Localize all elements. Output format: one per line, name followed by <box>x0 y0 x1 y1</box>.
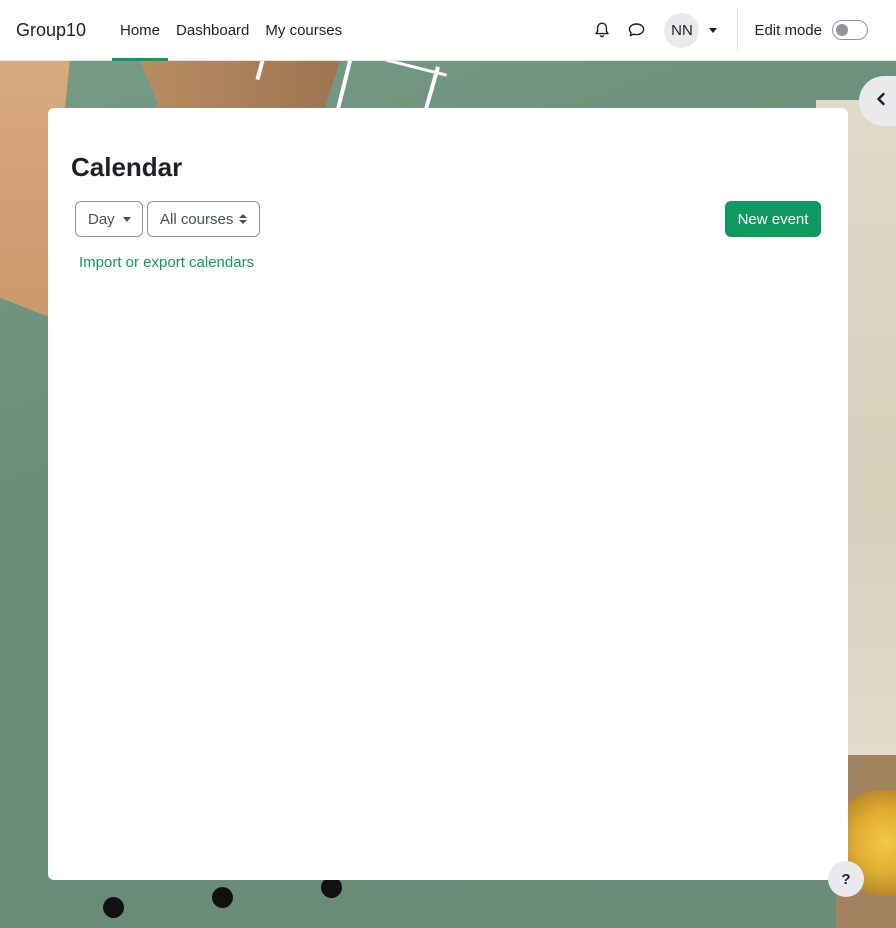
chevron-down-icon <box>122 216 131 222</box>
background-dot <box>212 887 233 908</box>
background-dot <box>103 897 124 918</box>
import-export-calendars-link[interactable]: Import or export calendars <box>79 254 254 271</box>
help-button[interactable]: ? <box>828 861 864 897</box>
view-select-label: Day <box>88 210 115 228</box>
background-flower <box>844 790 896 920</box>
edit-mode-label: Edit mode <box>754 21 822 39</box>
sort-arrows-icon <box>239 214 247 224</box>
avatar[interactable]: NN <box>664 12 700 48</box>
top-navbar: Group10 Home Dashboard My courses NN Edi… <box>0 0 896 61</box>
calendar-card: Calendar Day All courses New event Impor… <box>48 108 848 880</box>
new-event-button[interactable]: New event <box>725 201 821 237</box>
chevron-left-icon <box>875 92 887 111</box>
navbar-divider <box>737 9 739 51</box>
nav-item-my-courses[interactable]: My courses <box>257 0 350 61</box>
chat-icon[interactable] <box>620 14 652 46</box>
course-select-label: All courses <box>160 210 234 228</box>
page-title: Calendar <box>71 152 183 182</box>
background-paper-top <box>140 60 340 110</box>
navbar-right: NN Edit mode <box>586 0 896 61</box>
background-dot <box>321 877 342 898</box>
question-icon: ? <box>841 870 851 888</box>
edit-mode-toggle[interactable] <box>832 20 868 40</box>
nav-item-home[interactable]: Home <box>112 0 169 61</box>
nav-item-dashboard[interactable]: Dashboard <box>168 0 257 61</box>
site-brand[interactable]: Group10 <box>16 20 112 41</box>
bell-icon[interactable] <box>586 14 618 46</box>
course-select[interactable]: All courses <box>147 201 260 237</box>
toggle-knob <box>836 24 848 36</box>
chevron-down-icon[interactable] <box>709 27 718 33</box>
view-select[interactable]: Day <box>75 201 143 237</box>
